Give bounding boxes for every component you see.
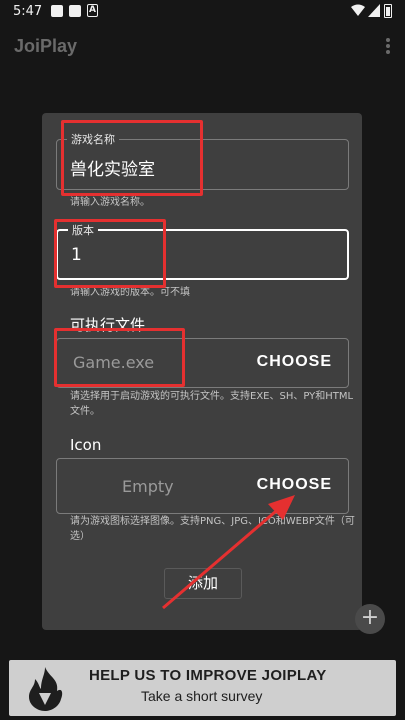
status-bar: 5:47 A — [0, 0, 405, 24]
app-title: JoiPlay — [14, 36, 78, 56]
icon-placeholder: Empty — [122, 477, 174, 496]
annotation-box-executable — [54, 328, 185, 387]
a-notification-icon: A — [87, 4, 98, 17]
annotation-box-name — [61, 120, 203, 196]
icon-helper: 请为游戏图标选择图像。支持PNG、JPG、ICO和WEBP文件（可选） — [70, 516, 355, 542]
icon-label: Icon — [70, 436, 102, 454]
banner-headline: HELP US TO IMPROVE JOIPLAY — [89, 667, 327, 684]
plus-icon[interactable]: + — [355, 604, 385, 634]
annotation-box-version — [54, 219, 166, 288]
app-bar: JoiPlay — [0, 24, 405, 72]
notification-square-icon — [51, 5, 63, 17]
joiplay-flame-icon — [29, 667, 63, 711]
more-vert-icon[interactable] — [385, 38, 391, 56]
battery-icon — [384, 4, 392, 18]
choose-executable-button[interactable]: CHOOSE — [257, 353, 332, 371]
icon-field[interactable]: Empty CHOOSE — [56, 458, 349, 514]
wifi-icon — [351, 4, 365, 16]
add-button[interactable]: 添加 — [164, 568, 242, 599]
notification-square-icon — [69, 5, 81, 17]
executable-helper: 请选择用于启动游戏的可执行文件。支持EXE、SH、PY和HTML文件。 — [70, 391, 354, 417]
status-time: 5:47 — [13, 4, 43, 19]
banner-subline: Take a short survey — [141, 688, 263, 704]
game-name-helper: 请输入游戏名称。 — [70, 197, 150, 208]
signal-icon — [368, 4, 380, 17]
choose-icon-button[interactable]: CHOOSE — [257, 476, 332, 494]
survey-banner[interactable]: HELP US TO IMPROVE JOIPLAY Take a short … — [9, 660, 396, 716]
